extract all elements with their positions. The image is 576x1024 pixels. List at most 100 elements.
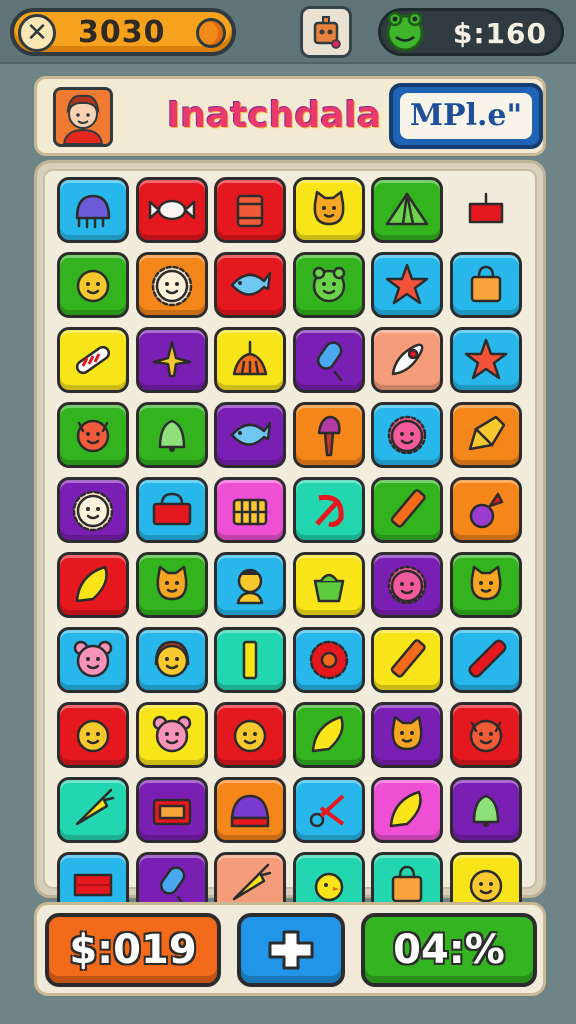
game-tile[interactable] [57, 327, 129, 393]
progress-button[interactable]: 04:% [361, 913, 537, 987]
sun-face-icon [387, 565, 427, 605]
game-tile[interactable] [371, 777, 443, 843]
score-pill: ✕ 3030 [10, 8, 236, 56]
scissors-icon [309, 794, 344, 828]
cat-face-icon [156, 565, 187, 601]
lion-icon [151, 265, 192, 307]
game-tile[interactable] [57, 702, 129, 768]
game-tile[interactable] [214, 327, 286, 393]
box-icon [468, 192, 503, 224]
score-value: 3030 [78, 15, 166, 50]
star-icon [464, 338, 507, 380]
game-tile[interactable] [57, 477, 129, 543]
game-tile[interactable] [371, 402, 443, 468]
candy-icon [148, 199, 195, 221]
game-tile[interactable] [292, 552, 365, 618]
coins-button[interactable]: $:019 [45, 913, 221, 987]
game-tile[interactable] [449, 252, 522, 318]
game-tile[interactable] [449, 402, 522, 468]
game-tile[interactable] [371, 552, 443, 618]
game-tile[interactable] [292, 777, 365, 843]
basket-icon [152, 492, 191, 526]
cat-face-icon [391, 715, 423, 751]
game-tile[interactable] [371, 702, 443, 768]
money-value: $:160 [452, 17, 547, 50]
game-tile[interactable] [371, 177, 443, 243]
bell-icon [472, 794, 499, 827]
game-tile[interactable] [57, 627, 129, 693]
game-tile[interactable] [214, 777, 286, 843]
money-pill: $:160 [378, 8, 564, 56]
game-tile[interactable] [449, 552, 522, 618]
game-tile[interactable] [371, 477, 443, 543]
game-tile[interactable] [371, 252, 443, 318]
bear-icon [152, 715, 191, 753]
player-avatar[interactable] [53, 87, 113, 147]
game-tile[interactable] [449, 327, 522, 393]
rocket-icon [391, 343, 424, 376]
close-icon[interactable]: ✕ [18, 14, 56, 52]
radish-icon [469, 492, 503, 529]
crayon-icon [468, 415, 505, 451]
game-tile[interactable] [292, 252, 365, 318]
sun-face-icon [387, 415, 427, 455]
person-icon [236, 568, 264, 605]
game-tile[interactable] [292, 327, 365, 393]
game-tile[interactable] [135, 552, 208, 618]
mode-button[interactable]: MPl.e" [389, 83, 543, 149]
game-tile[interactable] [135, 777, 208, 843]
game-tile[interactable] [135, 177, 208, 243]
game-tile[interactable] [292, 402, 365, 468]
game-tile[interactable] [449, 702, 522, 768]
robot-icon [313, 16, 341, 49]
cake-icon [230, 794, 270, 828]
game-tile[interactable] [214, 477, 286, 543]
bottom-bar: $:019 04:% [34, 902, 546, 996]
game-tile[interactable] [135, 327, 208, 393]
game-tile[interactable] [449, 777, 522, 843]
popsicle-icon [316, 341, 342, 382]
carrot-icon [75, 788, 115, 826]
profile-button[interactable] [300, 6, 352, 58]
game-tile[interactable] [292, 627, 365, 693]
game-tile[interactable] [214, 627, 286, 693]
game-tile[interactable] [57, 402, 129, 468]
header-panel: Inatchdala MPl.e" [34, 76, 546, 156]
frog-icon [386, 11, 424, 52]
game-tile[interactable] [57, 252, 129, 318]
game-tile[interactable] [57, 177, 129, 243]
game-tile[interactable] [214, 177, 286, 243]
mode-label: MPl.e" [399, 93, 533, 139]
game-tile[interactable] [135, 702, 208, 768]
shell-icon [311, 715, 344, 753]
game-tile[interactable] [214, 402, 286, 468]
game-tile[interactable] [450, 177, 522, 243]
game-title: Inatchdala [167, 95, 382, 136]
shell-icon [75, 565, 108, 603]
add-button[interactable] [237, 913, 345, 987]
game-board [34, 160, 546, 918]
game-tile[interactable] [371, 627, 443, 693]
game-tile[interactable] [135, 477, 208, 543]
game-tile[interactable] [57, 777, 129, 843]
game-tile[interactable] [371, 327, 443, 393]
game-tile[interactable] [292, 477, 365, 543]
pot-icon [313, 573, 344, 603]
bear-icon [73, 640, 113, 678]
bell-icon [158, 419, 185, 452]
drum-icon [236, 194, 264, 228]
game-tile[interactable] [214, 252, 286, 318]
game-tile[interactable] [135, 252, 208, 318]
game-tile[interactable] [135, 402, 208, 468]
game-tile[interactable] [135, 627, 208, 693]
game-tile[interactable] [449, 477, 522, 543]
game-tile[interactable] [214, 552, 286, 618]
game-tile[interactable] [214, 702, 286, 768]
radio-icon [152, 798, 191, 826]
game-tile[interactable] [57, 552, 129, 618]
game-tile[interactable] [292, 702, 365, 768]
game-tile[interactable] [292, 177, 365, 243]
face-icon [76, 719, 110, 753]
plus-icon [268, 930, 314, 970]
game-tile[interactable] [449, 627, 522, 693]
